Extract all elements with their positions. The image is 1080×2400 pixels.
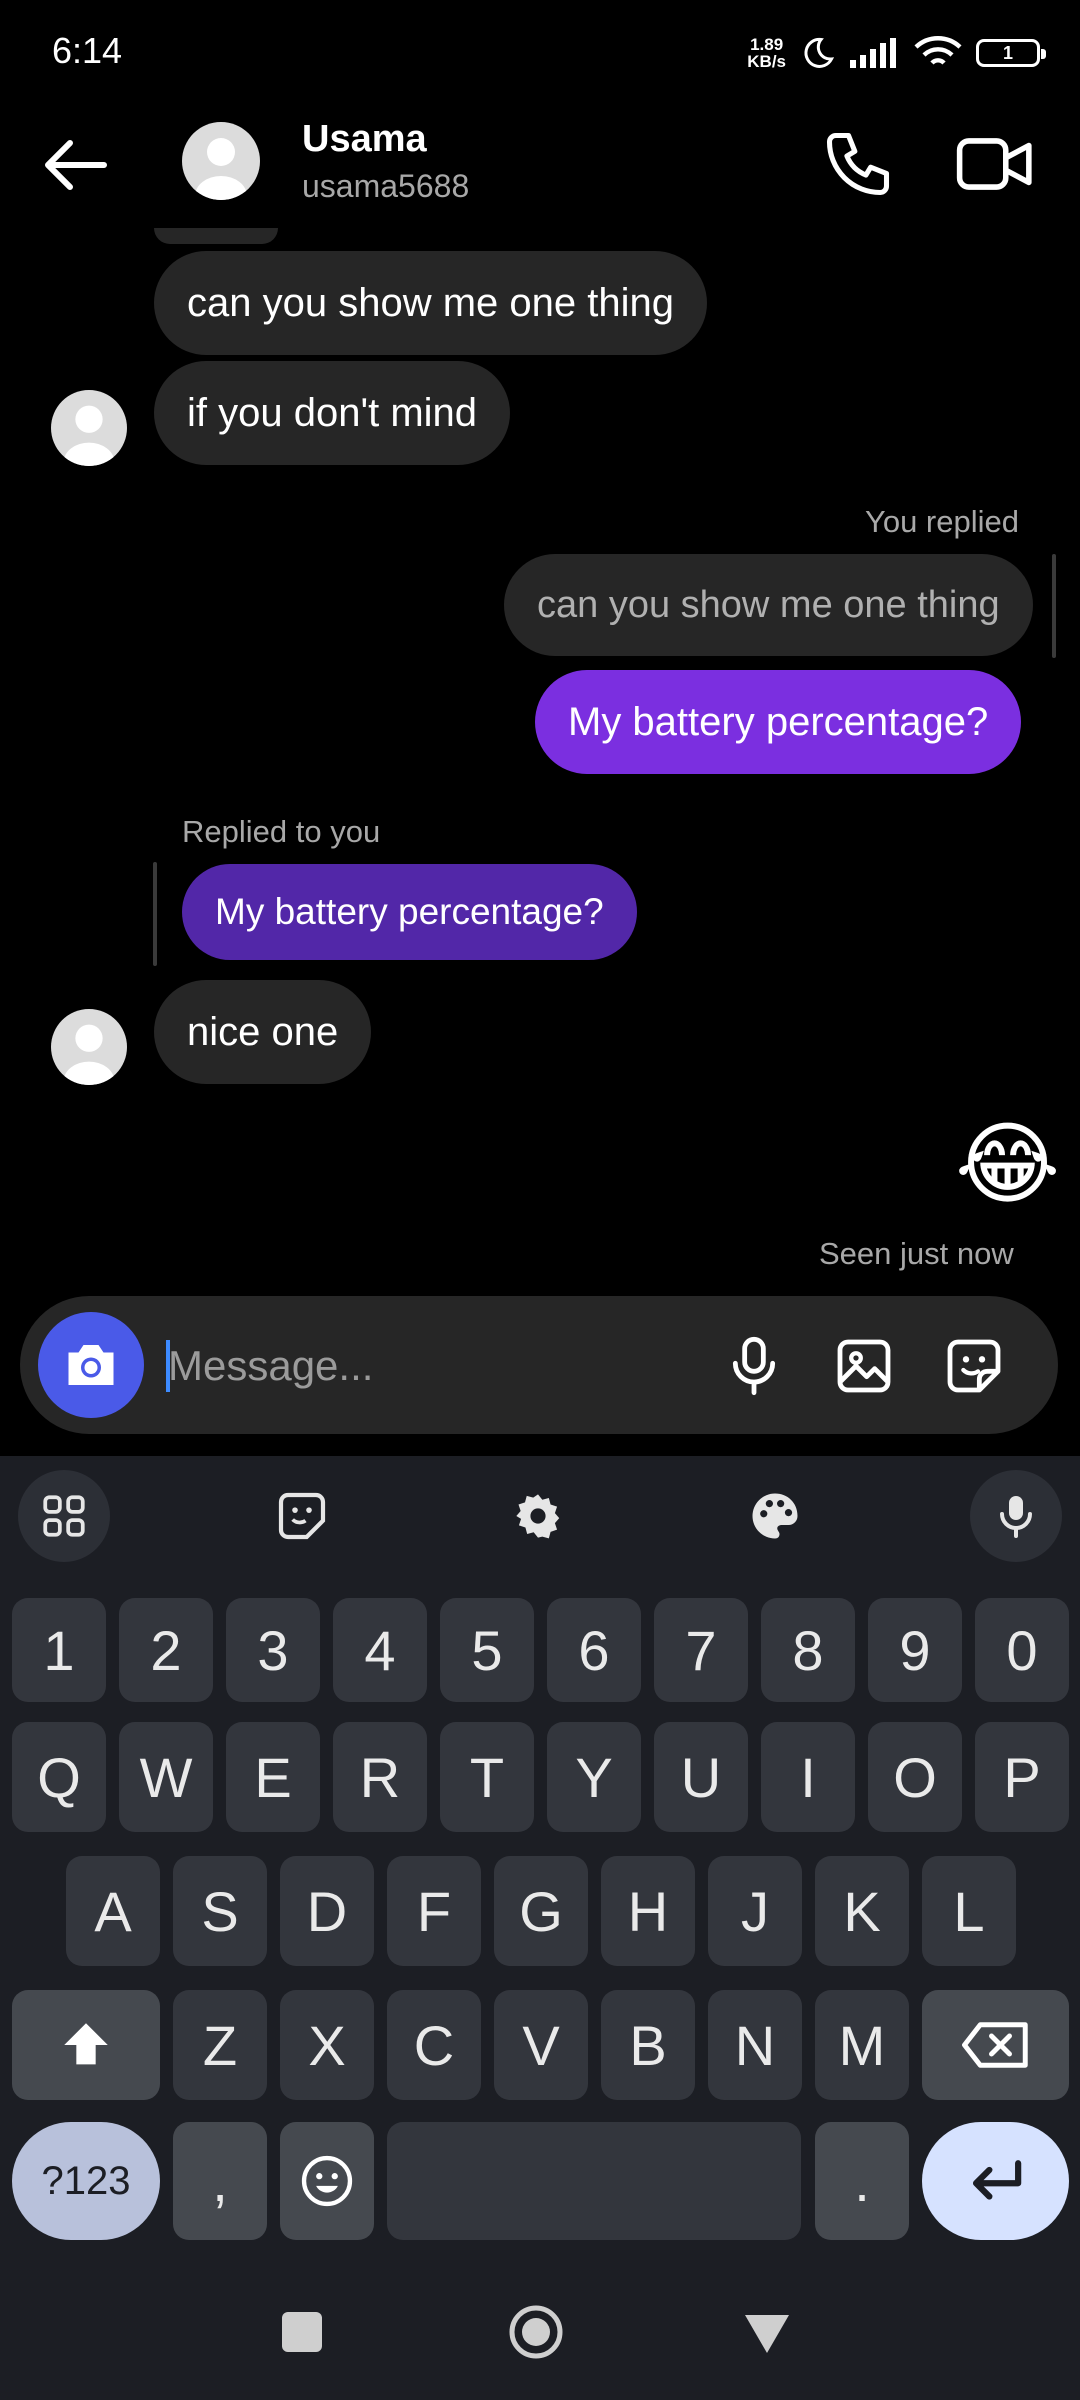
emoji-message[interactable]: 😂 bbox=[955, 1120, 1060, 1210]
message-input[interactable] bbox=[168, 1326, 688, 1406]
symbols-key[interactable]: ?123 bbox=[12, 2122, 160, 2240]
key-f[interactable]: F bbox=[387, 1856, 481, 1966]
moon-icon bbox=[804, 37, 835, 68]
key-9[interactable]: 9 bbox=[868, 1598, 962, 1702]
settings-gear-icon[interactable] bbox=[492, 1470, 584, 1562]
key-n[interactable]: N bbox=[708, 1990, 802, 2100]
sender-avatar[interactable] bbox=[51, 390, 127, 466]
contact-avatar[interactable] bbox=[182, 122, 260, 200]
key-0[interactable]: 0 bbox=[975, 1598, 1069, 1702]
gallery-icon[interactable] bbox=[832, 1334, 896, 1398]
network-speed-value: 1.89 bbox=[750, 35, 784, 54]
smiley-icon bbox=[301, 2155, 353, 2207]
enter-arrow-icon bbox=[972, 2160, 1021, 2200]
key-5[interactable]: 5 bbox=[440, 1598, 534, 1702]
key-m[interactable]: M bbox=[815, 1990, 909, 2100]
contact-name[interactable]: Usama bbox=[302, 118, 427, 161]
recent-apps-button[interactable] bbox=[282, 2312, 322, 2352]
space-key[interactable] bbox=[387, 2122, 801, 2240]
key-q[interactable]: Q bbox=[12, 1722, 106, 1832]
key-8[interactable]: 8 bbox=[761, 1598, 855, 1702]
key-6[interactable]: 6 bbox=[547, 1598, 641, 1702]
key-c[interactable]: C bbox=[387, 1990, 481, 2100]
key-e[interactable]: E bbox=[226, 1722, 320, 1832]
key-k[interactable]: K bbox=[815, 1856, 909, 1966]
palette-icon[interactable] bbox=[729, 1470, 821, 1562]
key-4[interactable]: 4 bbox=[333, 1598, 427, 1702]
key-x[interactable]: X bbox=[280, 1990, 374, 2100]
camera-icon bbox=[68, 1345, 114, 1385]
key-s[interactable]: S bbox=[173, 1856, 267, 1966]
shift-key[interactable] bbox=[12, 1990, 160, 2100]
voice-input-icon[interactable] bbox=[970, 1470, 1062, 1562]
period-key[interactable]: . bbox=[815, 2122, 909, 2240]
status-time: 6:14 bbox=[52, 30, 123, 71]
backspace-icon bbox=[961, 2022, 1028, 2068]
key-i[interactable]: I bbox=[761, 1722, 855, 1832]
key-o[interactable]: O bbox=[868, 1722, 962, 1832]
sender-avatar[interactable] bbox=[51, 1009, 127, 1085]
key-b[interactable]: B bbox=[601, 1990, 695, 2100]
battery-icon: 1 bbox=[976, 39, 1046, 67]
quoted-message[interactable]: can you show me one thing bbox=[504, 554, 1033, 656]
incoming-message[interactable]: can you show me one thing bbox=[154, 251, 707, 355]
incoming-message[interactable]: if you don't mind bbox=[154, 361, 511, 465]
key-r[interactable]: R bbox=[333, 1722, 427, 1832]
key-v[interactable]: V bbox=[494, 1990, 588, 2100]
reply-indicator-line bbox=[1052, 554, 1056, 658]
key-p[interactable]: P bbox=[975, 1722, 1069, 1832]
phone-icon[interactable] bbox=[820, 126, 896, 202]
sticker-toolbar-icon[interactable] bbox=[256, 1470, 348, 1562]
key-w[interactable]: W bbox=[119, 1722, 213, 1832]
key-3[interactable]: 3 bbox=[226, 1598, 320, 1702]
key-g[interactable]: G bbox=[494, 1856, 588, 1966]
replied-to-you-label: Replied to you bbox=[182, 814, 381, 849]
signal-icon bbox=[850, 38, 896, 68]
key-z[interactable]: Z bbox=[173, 1990, 267, 2100]
sticker-icon[interactable] bbox=[942, 1334, 1006, 1398]
comma-key[interactable]: , bbox=[173, 2122, 267, 2240]
network-speed-unit: KB/s bbox=[747, 52, 786, 71]
wifi-icon bbox=[914, 36, 962, 65]
key-h[interactable]: H bbox=[601, 1856, 695, 1966]
backspace-key[interactable] bbox=[922, 1990, 1069, 2100]
key-d[interactable]: D bbox=[280, 1856, 374, 1966]
status-icons: 1.89 KB/s 1 bbox=[747, 30, 1046, 76]
video-call-icon[interactable] bbox=[955, 126, 1035, 202]
enter-key[interactable] bbox=[922, 2122, 1069, 2240]
microphone-icon[interactable] bbox=[722, 1334, 786, 1398]
home-button[interactable] bbox=[508, 2304, 564, 2360]
message-bubble-partial bbox=[154, 228, 278, 244]
you-replied-label: You replied bbox=[865, 504, 1019, 539]
back-button[interactable] bbox=[742, 2312, 792, 2356]
back-arrow-icon[interactable] bbox=[40, 130, 110, 200]
apps-grid-icon[interactable] bbox=[18, 1470, 110, 1562]
key-j[interactable]: J bbox=[708, 1856, 802, 1966]
contact-username[interactable]: usama5688 bbox=[302, 168, 469, 205]
outgoing-message[interactable]: My battery percentage? bbox=[535, 670, 1022, 774]
battery-level: 1 bbox=[1002, 42, 1013, 63]
key-l[interactable]: L bbox=[922, 1856, 1016, 1966]
shift-arrow-icon bbox=[64, 2023, 108, 2065]
key-y[interactable]: Y bbox=[547, 1722, 641, 1832]
key-7[interactable]: 7 bbox=[654, 1598, 748, 1702]
reply-quote-bubble[interactable]: My battery percentage? bbox=[182, 864, 637, 960]
key-1[interactable]: 1 bbox=[12, 1598, 106, 1702]
reply-indicator-line bbox=[153, 862, 157, 966]
emoji-key[interactable] bbox=[280, 2122, 374, 2240]
key-t[interactable]: T bbox=[440, 1722, 534, 1832]
key-u[interactable]: U bbox=[654, 1722, 748, 1832]
key-a[interactable]: A bbox=[66, 1856, 160, 1966]
network-speed: 1.89 KB/s bbox=[747, 36, 786, 70]
key-2[interactable]: 2 bbox=[119, 1598, 213, 1702]
seen-status: Seen just now bbox=[819, 1236, 1014, 1271]
camera-button[interactable] bbox=[38, 1312, 144, 1418]
incoming-message[interactable]: nice one bbox=[154, 980, 372, 1084]
